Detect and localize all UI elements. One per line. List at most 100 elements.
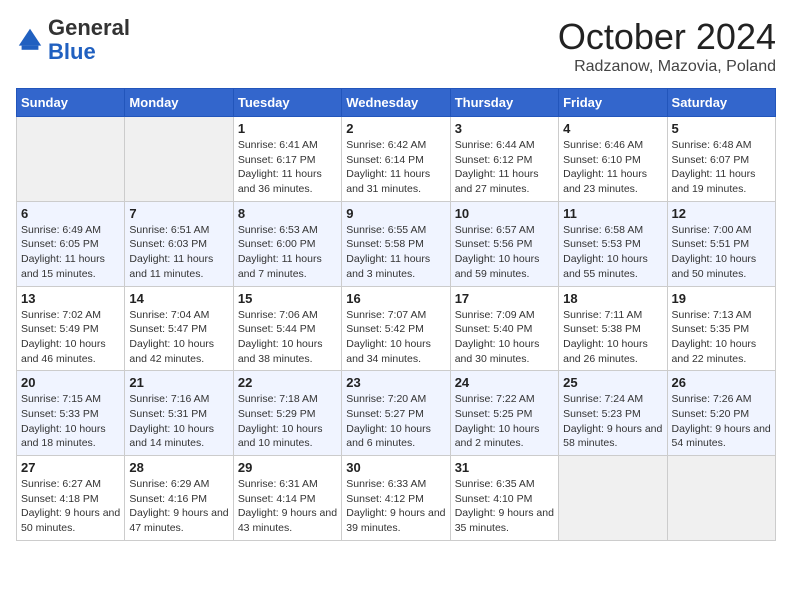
- cell-info: Sunrise: 6:42 AM Sunset: 6:14 PM Dayligh…: [346, 138, 445, 197]
- day-number: 7: [129, 206, 228, 221]
- calendar-body: 1 Sunrise: 6:41 AM Sunset: 6:17 PM Daylig…: [17, 117, 776, 541]
- cell-info: Sunrise: 7:06 AM Sunset: 5:44 PM Dayligh…: [238, 308, 337, 367]
- cell-info: Sunrise: 7:09 AM Sunset: 5:40 PM Dayligh…: [455, 308, 554, 367]
- cell-info: Sunrise: 7:26 AM Sunset: 5:20 PM Dayligh…: [672, 392, 771, 451]
- cell-info: Sunrise: 6:29 AM Sunset: 4:16 PM Dayligh…: [129, 477, 228, 536]
- day-number: 16: [346, 291, 445, 306]
- logo-text: General Blue: [48, 16, 130, 64]
- day-number: 6: [21, 206, 120, 221]
- day-number: 13: [21, 291, 120, 306]
- calendar-cell: 18 Sunrise: 7:11 AM Sunset: 5:38 PM Dayli…: [559, 286, 667, 371]
- day-header-saturday: Saturday: [667, 89, 775, 117]
- calendar-cell: 30 Sunrise: 6:33 AM Sunset: 4:12 PM Dayli…: [342, 456, 450, 541]
- logo-blue: Blue: [48, 39, 96, 64]
- cell-info: Sunrise: 7:20 AM Sunset: 5:27 PM Dayligh…: [346, 392, 445, 451]
- cell-info: Sunrise: 7:18 AM Sunset: 5:29 PM Dayligh…: [238, 392, 337, 451]
- calendar-header: SundayMondayTuesdayWednesdayThursdayFrid…: [17, 89, 776, 117]
- day-number: 19: [672, 291, 771, 306]
- day-header-tuesday: Tuesday: [233, 89, 341, 117]
- calendar-cell: 2Sunrise: 6:42 AM Sunset: 6:14 PM Daylig…: [342, 117, 450, 202]
- calendar-cell: 26 Sunrise: 7:26 AM Sunset: 5:20 PM Dayli…: [667, 371, 775, 456]
- day-number: 5: [672, 121, 771, 136]
- day-header-thursday: Thursday: [450, 89, 558, 117]
- calendar-cell: 6 Sunrise: 6:49 AM Sunset: 6:05 PM Daylig…: [17, 201, 125, 286]
- day-number: 23: [346, 375, 445, 390]
- location: Radzanow, Mazovia, Poland: [558, 58, 776, 76]
- cell-info: Sunrise: 6:27 AM Sunset: 4:18 PM Dayligh…: [21, 477, 120, 536]
- calendar-cell: 17 Sunrise: 7:09 AM Sunset: 5:40 PM Dayli…: [450, 286, 558, 371]
- day-number: 10: [455, 206, 554, 221]
- calendar-cell: 19 Sunrise: 7:13 AM Sunset: 5:35 PM Dayli…: [667, 286, 775, 371]
- cell-info: Sunrise: 6:33 AM Sunset: 4:12 PM Dayligh…: [346, 477, 445, 536]
- day-number: 24: [455, 375, 554, 390]
- calendar-table: SundayMondayTuesdayWednesdayThursdayFrid…: [16, 88, 776, 541]
- calendar-cell: 3Sunrise: 6:44 AM Sunset: 6:12 PM Daylig…: [450, 117, 558, 202]
- day-number: 27: [21, 460, 120, 475]
- calendar-cell: 28Sunrise: 6:29 AM Sunset: 4:16 PM Dayli…: [125, 456, 233, 541]
- day-number: 4: [563, 121, 662, 136]
- week-row-4: 20Sunrise: 7:15 AM Sunset: 5:33 PM Dayli…: [17, 371, 776, 456]
- day-header-monday: Monday: [125, 89, 233, 117]
- cell-info: Sunrise: 7:13 AM Sunset: 5:35 PM Dayligh…: [672, 308, 771, 367]
- calendar-cell: 13 Sunrise: 7:02 AM Sunset: 5:49 PM Dayli…: [17, 286, 125, 371]
- logo: General Blue: [16, 16, 130, 64]
- day-number: 25: [563, 375, 662, 390]
- calendar-cell: 14 Sunrise: 7:04 AM Sunset: 5:47 PM Dayli…: [125, 286, 233, 371]
- calendar-cell: 11 Sunrise: 6:58 AM Sunset: 5:53 PM Dayli…: [559, 201, 667, 286]
- calendar-cell: 20Sunrise: 7:15 AM Sunset: 5:33 PM Dayli…: [17, 371, 125, 456]
- day-header-wednesday: Wednesday: [342, 89, 450, 117]
- cell-info: Sunrise: 6:31 AM Sunset: 4:14 PM Dayligh…: [238, 477, 337, 536]
- calendar-cell: 31Sunrise: 6:35 AM Sunset: 4:10 PM Dayli…: [450, 456, 558, 541]
- cell-info: Sunrise: 7:16 AM Sunset: 5:31 PM Dayligh…: [129, 392, 228, 451]
- cell-info: Sunrise: 6:55 AM Sunset: 5:58 PM Dayligh…: [346, 223, 445, 282]
- cell-info: Sunrise: 6:58 AM Sunset: 5:53 PM Dayligh…: [563, 223, 662, 282]
- day-number: 26: [672, 375, 771, 390]
- calendar-cell: 5Sunrise: 6:48 AM Sunset: 6:07 PM Daylig…: [667, 117, 775, 202]
- cell-info: Sunrise: 6:41 AM Sunset: 6:17 PM Dayligh…: [238, 138, 337, 197]
- cell-info: Sunrise: 7:04 AM Sunset: 5:47 PM Dayligh…: [129, 308, 228, 367]
- week-row-3: 13 Sunrise: 7:02 AM Sunset: 5:49 PM Dayli…: [17, 286, 776, 371]
- cell-info: Sunrise: 7:11 AM Sunset: 5:38 PM Dayligh…: [563, 308, 662, 367]
- cell-info: Sunrise: 6:49 AM Sunset: 6:05 PM Dayligh…: [21, 223, 120, 282]
- day-number: 30: [346, 460, 445, 475]
- calendar-cell: 21 Sunrise: 7:16 AM Sunset: 5:31 PM Dayli…: [125, 371, 233, 456]
- day-number: 9: [346, 206, 445, 221]
- day-header-friday: Friday: [559, 89, 667, 117]
- day-number: 14: [129, 291, 228, 306]
- day-number: 12: [672, 206, 771, 221]
- calendar-cell: 27 Sunrise: 6:27 AM Sunset: 4:18 PM Dayli…: [17, 456, 125, 541]
- cell-info: Sunrise: 7:02 AM Sunset: 5:49 PM Dayligh…: [21, 308, 120, 367]
- header: General Blue October 2024 Radzanow, Mazo…: [16, 16, 776, 76]
- calendar-cell: 7 Sunrise: 6:51 AM Sunset: 6:03 PM Daylig…: [125, 201, 233, 286]
- week-row-2: 6 Sunrise: 6:49 AM Sunset: 6:05 PM Daylig…: [17, 201, 776, 286]
- calendar-cell: 25 Sunrise: 7:24 AM Sunset: 5:23 PM Dayli…: [559, 371, 667, 456]
- calendar-cell: 4 Sunrise: 6:46 AM Sunset: 6:10 PM Daylig…: [559, 117, 667, 202]
- cell-info: Sunrise: 6:46 AM Sunset: 6:10 PM Dayligh…: [563, 138, 662, 197]
- calendar-cell: 16 Sunrise: 7:07 AM Sunset: 5:42 PM Dayli…: [342, 286, 450, 371]
- cell-info: Sunrise: 6:35 AM Sunset: 4:10 PM Dayligh…: [455, 477, 554, 536]
- calendar-cell: 1 Sunrise: 6:41 AM Sunset: 6:17 PM Daylig…: [233, 117, 341, 202]
- day-number: 17: [455, 291, 554, 306]
- cell-info: Sunrise: 7:24 AM Sunset: 5:23 PM Dayligh…: [563, 392, 662, 451]
- day-number: 22: [238, 375, 337, 390]
- cell-info: Sunrise: 7:22 AM Sunset: 5:25 PM Dayligh…: [455, 392, 554, 451]
- logo-general: General: [48, 15, 130, 40]
- logo-icon: [16, 26, 44, 54]
- calendar-cell: 10Sunrise: 6:57 AM Sunset: 5:56 PM Dayli…: [450, 201, 558, 286]
- day-number: 3: [455, 121, 554, 136]
- cell-info: Sunrise: 6:51 AM Sunset: 6:03 PM Dayligh…: [129, 223, 228, 282]
- title-block: October 2024 Radzanow, Mazovia, Poland: [558, 16, 776, 76]
- cell-info: Sunrise: 7:07 AM Sunset: 5:42 PM Dayligh…: [346, 308, 445, 367]
- week-row-5: 27 Sunrise: 6:27 AM Sunset: 4:18 PM Dayli…: [17, 456, 776, 541]
- month-title: October 2024: [558, 16, 776, 58]
- day-number: 15: [238, 291, 337, 306]
- day-number: 11: [563, 206, 662, 221]
- calendar-cell: 8Sunrise: 6:53 AM Sunset: 6:00 PM Daylig…: [233, 201, 341, 286]
- calendar-cell: [667, 456, 775, 541]
- calendar-cell: 12Sunrise: 7:00 AM Sunset: 5:51 PM Dayli…: [667, 201, 775, 286]
- day-number: 21: [129, 375, 228, 390]
- day-number: 18: [563, 291, 662, 306]
- day-number: 20: [21, 375, 120, 390]
- day-number: 1: [238, 121, 337, 136]
- calendar-cell: [559, 456, 667, 541]
